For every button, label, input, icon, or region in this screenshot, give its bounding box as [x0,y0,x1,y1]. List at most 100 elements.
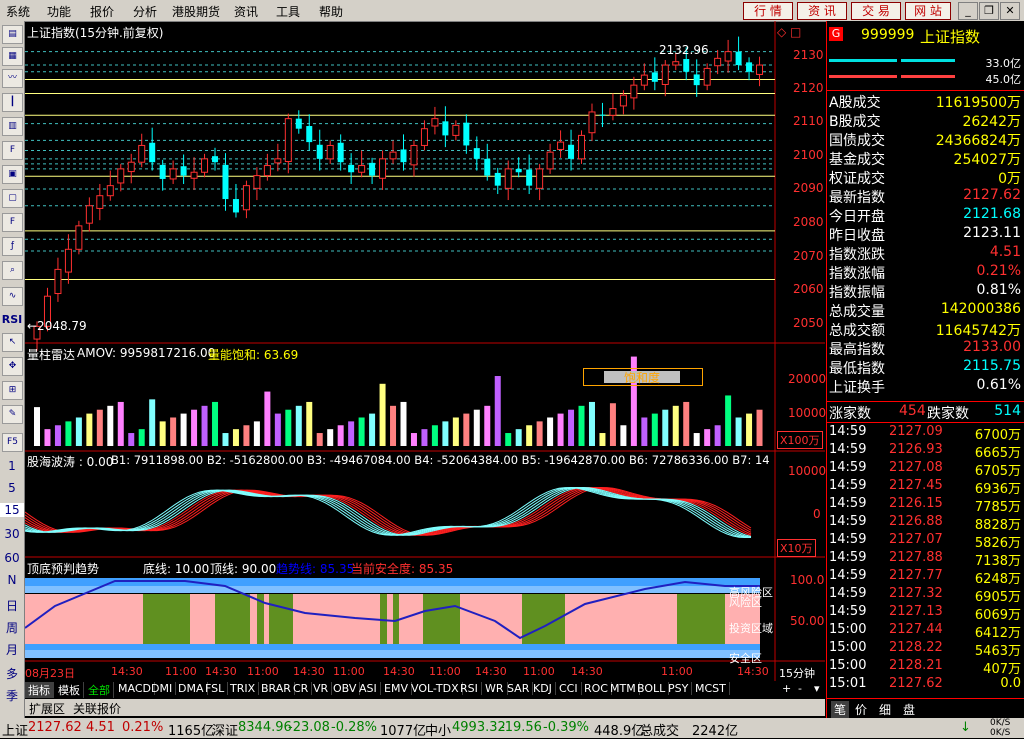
menu-hk-futures[interactable]: 港股期货 [172,3,220,20]
tab-all[interactable]: 全部 [85,682,114,698]
kline-icon[interactable]: ┃ [2,93,23,112]
formula-icon[interactable]: ƒ [2,237,23,256]
period-15[interactable]: 15 [0,503,24,517]
tab-mcst[interactable]: MCST [692,682,730,695]
period-1[interactable]: 1 [0,459,24,473]
tab-cci[interactable]: CCI [556,682,582,695]
volume-bar [117,401,124,446]
tab-vol-tdx[interactable]: VOL-TDX [408,682,463,695]
menu-tools[interactable]: 工具 [276,3,300,20]
move-icon[interactable]: ✥ [2,357,23,376]
quote-row: B股成交 26242万 [827,111,1023,130]
minimize-icon[interactable]: _ [958,2,978,20]
zone-safe: 安全区 [729,652,762,665]
tab-kdj[interactable]: KDJ [530,682,556,695]
sh-name[interactable]: 上证 [2,720,28,739]
quote-value: 2133.00 [963,339,1021,355]
candle-body [703,67,711,86]
menu-function[interactable]: 功能 [47,3,71,20]
diamond-icon[interactable]: ◇ □ [777,25,801,39]
tab-asi[interactable]: ASI [356,682,381,695]
tab-vr[interactable]: VR [310,682,333,695]
menu-system[interactable]: 系统 [6,3,30,20]
tab-extension[interactable]: 扩展区 [29,700,65,717]
tab-fsl[interactable]: FSL [202,682,229,695]
close-icon[interactable]: ✕ [1000,2,1020,20]
trade-button[interactable]: 交 易 [851,2,901,20]
quote-label: 基金成交 [829,152,885,168]
tick-time: 14:59 [829,424,867,439]
tab-trix[interactable]: TRIX [227,682,260,695]
market-button[interactable]: 行 情 [743,2,793,20]
menu-quote[interactable]: 报价 [90,3,114,20]
chevron-down-icon[interactable]: ▾ [811,682,823,695]
period-multi[interactable]: 多 [0,665,24,682]
quote-row: 指数涨幅 0.21% [827,263,1023,282]
tab-psy[interactable]: PSY [665,682,693,695]
tab-boll[interactable]: BOLL [634,682,670,695]
menu-analysis[interactable]: 分析 [133,3,157,20]
safe-zone-2 [25,650,760,658]
sz-name[interactable]: 深证 [212,720,238,739]
wave-icon[interactable]: ∿ [2,287,23,306]
green-block [423,594,460,644]
tab-book[interactable]: 盘 [903,701,915,718]
tab-price[interactable]: 价 [855,701,867,718]
volume-bar [463,413,470,446]
list-icon[interactable]: ▤ [2,25,23,44]
report-icon[interactable]: ▥ [2,117,23,136]
chart-area[interactable]: 上证指数(15分钟.前复权) 2132.96 ←2048.79 ◇ □ 2130… [25,21,826,718]
news-button[interactable]: 资 讯 [797,2,847,20]
restore-icon[interactable]: ❐ [979,2,999,20]
candle-body [358,165,366,173]
price-tick: 2130 [793,48,824,62]
tab-trades[interactable]: 笔 [831,701,850,718]
tab-dmi[interactable]: DMI [148,682,177,695]
period-week[interactable]: 周 [0,619,24,636]
fiz-icon[interactable]: F [2,213,23,232]
zx-name[interactable]: 中小 [425,720,451,739]
stock-icon[interactable]: ▣ [2,165,23,184]
search-icon[interactable]: ⌕ [2,261,23,280]
period-quarter[interactable]: 季 [0,687,24,704]
grid-icon[interactable]: ▦ [2,47,23,66]
quote-row: 最低指数 2115.75 [827,358,1023,377]
zoom-out-button[interactable]: - [795,682,805,695]
draw-icon[interactable]: ✎ [2,405,23,424]
tab-cr[interactable]: CR [290,682,313,695]
candle-body [756,64,764,75]
period-month[interactable]: 月 [0,641,24,658]
period-day[interactable]: 日 [0,597,24,614]
volume-bar [191,409,198,446]
f10-icon[interactable]: F [2,141,23,160]
tab-template[interactable]: 模板 [55,682,84,698]
tab-sar[interactable]: SAR [504,682,534,695]
tick-list[interactable]: 14:59 2127.09 6700万 14:59 2126.93 6665万 14:59 2… [827,424,1024,696]
pointer-icon[interactable]: ↖ [2,333,23,352]
period-30[interactable]: 30 [0,527,24,541]
period-5[interactable]: 5 [0,481,24,495]
volume-bar [494,376,501,446]
doc-icon[interactable]: ▢ [2,189,23,208]
candle-body [212,156,219,163]
zoom-icon[interactable]: ⊞ [2,381,23,400]
website-button[interactable]: 网 站 [905,2,951,20]
menu-help[interactable]: 帮助 [319,3,343,20]
line-chart-icon[interactable]: 〰 [2,69,23,88]
period-n[interactable]: N [0,573,24,587]
arrow-down-icon: ↓ [960,720,971,735]
time-tick: 14:30 [571,665,603,678]
menu-info[interactable]: 资讯 [234,3,258,20]
period-label[interactable]: 15分钟 [779,665,815,681]
tab-detail[interactable]: 细 [879,701,891,718]
f5-button[interactable]: F5 [2,433,23,452]
quote-row: 指数振幅 0.81% [827,282,1023,301]
total-label: 总成交 [640,724,680,739]
tab-indicator[interactable]: 指标 [25,682,54,698]
tick-time: 14:59 [829,496,867,511]
tab-related[interactable]: 关联报价 [73,700,121,717]
tab-rsi[interactable]: RSI [457,682,482,695]
zoom-in-button[interactable]: + [779,682,794,695]
rsi-button[interactable]: RSI [0,313,24,326]
period-60[interactable]: 60 [0,551,24,565]
